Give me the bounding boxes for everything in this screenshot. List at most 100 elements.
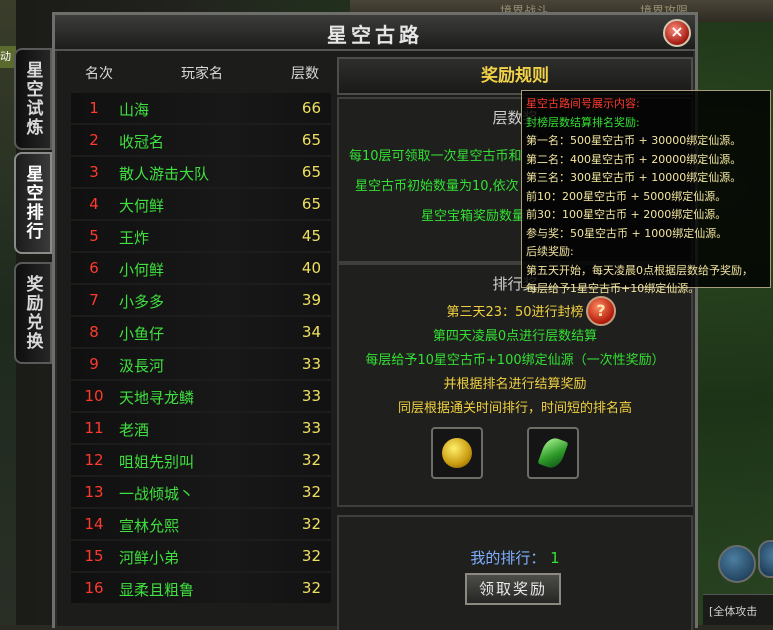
floor-count: 33 (301, 419, 321, 437)
ranking-row[interactable]: 15 河鲜小弟 32 (71, 541, 331, 571)
ranking-list: 1 山海 66 2 收冠名 65 3 散人游击大队 65 4 大何鲜 65 5 王炸 45 6 小何鲜 40 7 小多… (71, 93, 331, 605)
player-name: 收冠名 (119, 133, 165, 151)
tab-star-trial[interactable]: 星空试炼 (14, 48, 52, 150)
skill-orb-icon[interactable] (758, 540, 773, 578)
player-name: 天地寻龙鳞 (119, 389, 195, 407)
tab-star-ranking[interactable]: 星空排行 (14, 152, 52, 254)
tooltip-line: 后续奖励: (526, 245, 574, 258)
player-name: 咀姐先别叫 (119, 453, 195, 471)
player-name: 显柔且粗鲁 (119, 581, 195, 599)
tooltip-title: 星空古路间号展示内容: (526, 97, 640, 110)
floor-count: 39 (301, 291, 321, 309)
ranking-row[interactable]: 9 汲長河 33 (71, 349, 331, 379)
rank-reward-line: 同层根据通关时间排行，时间短的排名高 (397, 401, 632, 416)
floor-count: 32 (301, 547, 321, 565)
chat-channel-bar[interactable]: [全体攻击 (703, 594, 773, 625)
my-rank-value: 1 (550, 549, 560, 567)
ranking-row[interactable]: 1 山海 66 (71, 93, 331, 123)
rank-reward-line: 第四天凌晨0点进行层数结算 (432, 329, 598, 344)
ranking-row[interactable]: 13 一战倾城丶 32 (71, 477, 331, 507)
rank-number: 12 (84, 451, 104, 469)
rank-number: 4 (89, 195, 99, 213)
tab-star-trial-label: 星空试炼 (22, 61, 43, 137)
tab-reward-exchange[interactable]: 奖励兑换 (14, 262, 52, 364)
claim-reward-button[interactable]: 领取奖励 (465, 573, 561, 605)
rank-number: 1 (89, 99, 99, 117)
floor-reward-line: 星空宝箱奖励数量 (421, 209, 526, 224)
panel-title: 星空古路 (327, 23, 423, 47)
tooltip-line: 第二名：400星空古币 + 20000绑定仙源。 (526, 152, 742, 166)
help-icon[interactable]: ? (586, 296, 616, 326)
ranking-row[interactable]: 11 老酒 33 (71, 413, 331, 443)
floor-count: 65 (301, 163, 321, 181)
rank-number: 10 (84, 387, 104, 405)
tooltip-line: 前10：200星空古币 + 5000绑定仙源。 (526, 189, 727, 203)
my-rank-label: 我的排行： (470, 549, 546, 567)
close-button[interactable]: × (663, 19, 691, 47)
player-name: 河鲜小弟 (119, 549, 180, 567)
rank-number: 8 (89, 323, 99, 341)
ranking-row[interactable]: 3 散人游击大队 65 (71, 157, 331, 187)
tab-reward-exchange-label: 奖励兑换 (22, 275, 43, 351)
skill-orb-icon[interactable] (718, 545, 756, 583)
player-name: 汲長河 (119, 357, 165, 375)
player-name: 小多多 (119, 293, 165, 311)
ranking-row[interactable]: 5 王炸 45 (71, 221, 331, 251)
ranking-row[interactable]: 8 小鱼仔 34 (71, 317, 331, 347)
player-name: 大何鲜 (119, 197, 165, 215)
floor-reward-line: 每10层可领取一次星空古币和 (349, 149, 522, 164)
floor-count: 33 (301, 387, 321, 405)
tooltip-line: 第一名：500星空古币 + 30000绑定仙源。 (526, 134, 742, 147)
rank-number: 14 (84, 515, 104, 533)
ranking-row[interactable]: 14 宣林允熙 32 (71, 509, 331, 539)
player-name: 散人游击大队 (119, 165, 210, 183)
rank-number: 2 (89, 131, 99, 149)
rank-number: 3 (89, 163, 99, 181)
tooltip-line: 每层给予1星空古币+10绑定仙源。 (526, 282, 700, 295)
floor-count: 32 (301, 451, 321, 469)
rank-number: 7 (89, 291, 99, 309)
header-floor: 层数 (291, 66, 319, 82)
header-rank: 名次 (85, 66, 113, 82)
rank-number: 6 (89, 259, 99, 277)
ranking-row[interactable]: 2 收冠名 65 (71, 125, 331, 155)
gold-coin-icon (442, 438, 472, 468)
ranking-row[interactable]: 10 天地寻龙鳞 33 (71, 381, 331, 411)
rank-reward-line: 并根据排名进行结算奖励 (443, 377, 587, 392)
rank-number: 11 (84, 419, 104, 437)
floor-count: 40 (301, 259, 321, 277)
player-name: 王炸 (119, 229, 150, 247)
floor-count: 66 (301, 99, 321, 117)
floor-count: 32 (301, 579, 321, 597)
ranking-row[interactable]: 16 显柔且粗鲁 32 (71, 573, 331, 603)
floor-count: 32 (301, 515, 321, 533)
rank-number: 5 (89, 227, 99, 245)
rank-number: 9 (89, 355, 99, 373)
header-player: 玩家名 (181, 66, 223, 82)
ranking-row[interactable]: 12 咀姐先别叫 32 (71, 445, 331, 475)
ranking-row[interactable]: 6 小何鲜 40 (71, 253, 331, 283)
floor-count: 32 (301, 483, 321, 501)
tooltip-line: 第五天开始，每天凌晨0点根据层数给予奖励， (526, 263, 753, 277)
green-gem-icon (537, 435, 569, 471)
floor-count: 65 (301, 131, 321, 149)
reward-item-slot[interactable] (431, 427, 483, 479)
floor-count: 65 (301, 195, 321, 213)
floor-count: 45 (301, 227, 321, 245)
reward-item-slot[interactable] (527, 427, 579, 479)
rank-number: 13 (84, 483, 104, 501)
rank-reward-section: 排行奖 第三天23：50进行封榜 第四天凌晨0点进行层数结算 每层给予10星空古… (337, 263, 693, 507)
player-name: 老酒 (119, 421, 150, 439)
tooltip-line: 第三名：300星空古币 + 10000绑定仙源。 (526, 171, 742, 184)
reward-items (431, 427, 591, 479)
tab-star-ranking-label: 星空排行 (22, 165, 43, 241)
chat-channel-label: [全体攻击 (709, 605, 758, 618)
rank-number: 15 (84, 547, 104, 565)
rank-reward-line: 第三天23：50进行封榜 (446, 305, 584, 320)
my-rank-section: 我的排行： 1 领取奖励 (337, 515, 693, 630)
tooltip-line: 参与奖：50星空古币 + 1000绑定仙源。 (526, 226, 728, 240)
rank-reward-line: 每层给予10星空古币+100绑定仙源（一次性奖励） (365, 353, 665, 368)
tooltip-line: 前30：100星空古币 + 2000绑定仙源。 (526, 208, 727, 221)
ranking-row[interactable]: 4 大何鲜 65 (71, 189, 331, 219)
ranking-row[interactable]: 7 小多多 39 (71, 285, 331, 315)
